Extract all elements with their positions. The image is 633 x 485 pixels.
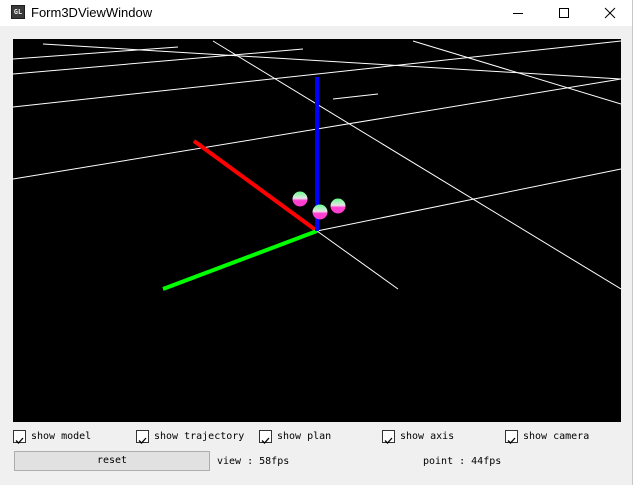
- checkbox-checked-icon[interactable]: [259, 429, 272, 444]
- show-axis-label: show axis: [400, 430, 455, 442]
- point-marker: [330, 198, 346, 214]
- show-axis-checkbox[interactable]: show axis: [382, 428, 454, 444]
- checkbox-checked-icon[interactable]: [505, 429, 518, 444]
- reset-button[interactable]: reset: [14, 451, 210, 471]
- show-plan-label: show plan: [277, 430, 332, 442]
- maximize-button[interactable]: [541, 0, 587, 26]
- show-trajectory-label: show trajectory: [154, 430, 245, 442]
- point-marker: [292, 191, 308, 207]
- checkbox-checked-icon[interactable]: [13, 429, 26, 444]
- point-marker: [312, 204, 328, 220]
- x-axis: [192, 139, 319, 233]
- y-axis: [162, 229, 318, 291]
- point-fps-readout: point : 44fps: [423, 456, 502, 467]
- checkbox-checked-icon[interactable]: [136, 429, 149, 444]
- show-model-label: show model: [31, 430, 92, 442]
- show-trajectory-checkbox[interactable]: show trajectory: [136, 428, 244, 444]
- show-model-checkbox[interactable]: show model: [13, 428, 91, 444]
- app-icon: GL: [11, 5, 25, 19]
- close-icon: [604, 7, 616, 19]
- window-title: Form3DViewWindow: [31, 5, 153, 20]
- app-window: GL Form3DViewWindow show model show traj…: [0, 0, 633, 485]
- title-bar[interactable]: GL Form3DViewWindow: [0, 0, 632, 26]
- minimize-icon: [513, 13, 523, 14]
- maximize-icon: [559, 8, 569, 18]
- minimize-button[interactable]: [495, 0, 541, 26]
- view-fps-readout: view : 58fps: [217, 456, 290, 467]
- close-button[interactable]: [587, 0, 633, 26]
- checkbox-checked-icon[interactable]: [382, 429, 395, 444]
- 3d-scene: [13, 40, 621, 291]
- show-camera-label: show camera: [523, 430, 590, 442]
- display-options: show model show trajectory show plan sho…: [0, 428, 633, 444]
- show-camera-checkbox[interactable]: show camera: [505, 428, 589, 444]
- 3d-viewport[interactable]: [13, 39, 621, 422]
- show-plan-checkbox[interactable]: show plan: [259, 428, 331, 444]
